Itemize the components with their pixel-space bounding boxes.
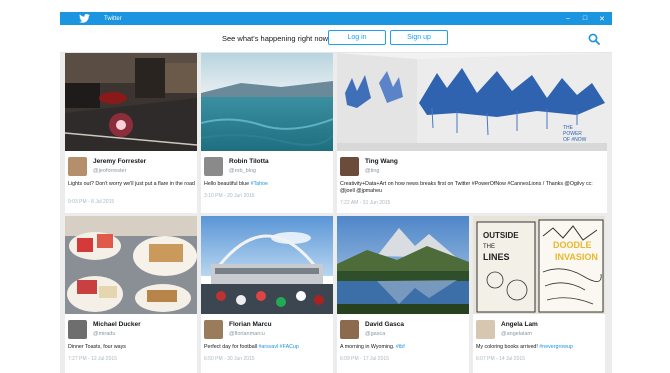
user-handle[interactable]: @angelalam — [501, 331, 532, 337]
user-name[interactable]: Ting Wang — [365, 158, 398, 165]
tweet-text-body: A morning in Wyoming. — [340, 344, 396, 350]
tweet-text: Dinner Toasts, four ways — [68, 344, 196, 351]
tweet-time[interactable]: 9:03 PM - 8 Jul 2015 — [68, 199, 114, 205]
tweet-text-body: Perfect day for football — [204, 344, 259, 350]
tweet-card[interactable]: Michael Ducker @miradu Dinner Toasts, fo… — [65, 216, 197, 373]
user-handle[interactable]: @ting — [365, 168, 379, 174]
hashtag-link[interactable]: #Tahoe — [251, 181, 268, 187]
tweet-card[interactable]: Jeremy Forrester @jeoforrester Lights ou… — [65, 53, 197, 213]
svg-text:LINES: LINES — [483, 252, 510, 262]
user-handle[interactable]: @gasca — [365, 331, 385, 337]
signup-button[interactable]: Sign up — [390, 30, 448, 45]
tweet-text: Lights out? Don't worry we'll just put a… — [68, 181, 196, 188]
tweet-time[interactable]: 6:50 PM - 30 Jun 2015 — [204, 356, 255, 362]
tweet-text: A morning in Wyoming. #tbf — [340, 344, 468, 351]
tweet-text: Creativity+Data+Art on how news breaks f… — [340, 181, 605, 195]
user-handle[interactable]: @rob_blog — [229, 168, 256, 174]
user-name[interactable]: Jeremy Forrester — [93, 158, 146, 165]
tweet-card[interactable]: THE POWER OF #NOW Ting Wang @ting Creati… — [337, 53, 607, 213]
tweet-card[interactable]: David Gasca @gasca A morning in Wyoming.… — [337, 216, 469, 373]
svg-text:DOODLE: DOODLE — [553, 240, 592, 250]
hashtag-link[interactable]: #arsvavl #FACup — [258, 344, 298, 350]
tweet-text-body: Hello beautiful blue — [204, 181, 251, 187]
avatar[interactable] — [204, 157, 223, 176]
app-window: Twitter – □ ✕ See what's happening right… — [60, 12, 612, 373]
tweet-photo[interactable]: THE POWER OF #NOW — [337, 53, 607, 151]
tweet-text-body: My coloring books arrived! — [476, 344, 540, 350]
tweet-photo[interactable] — [201, 216, 333, 314]
tweet-text-body: Dinner Toasts, four ways — [68, 344, 126, 350]
window-title: Twitter — [104, 15, 122, 22]
hashtag-link[interactable]: #tbf — [396, 344, 405, 350]
hashtag-link[interactable]: #nevergrowup — [539, 344, 573, 350]
user-handle[interactable]: @miradu — [93, 331, 115, 337]
tweet-text: Perfect day for football #arsvavl #FACup — [204, 344, 332, 351]
tweet-time[interactable]: 3:10 PM - 20 Jun 2015 — [204, 193, 255, 199]
tweet-time[interactable]: 6:09 PM - 17 Jul 2015 — [340, 356, 389, 362]
avatar[interactable] — [68, 320, 87, 339]
tweet-photo[interactable] — [201, 53, 333, 151]
user-name[interactable]: Robin Tilotta — [229, 158, 269, 165]
user-name[interactable]: Angela Lam — [501, 321, 538, 328]
avatar[interactable] — [340, 157, 359, 176]
user-name[interactable]: Florian Marcu — [229, 321, 272, 328]
close-icon[interactable]: ✕ — [594, 12, 610, 25]
tweet-time[interactable]: 6:07 PM - 14 Jul 2015 — [476, 356, 525, 362]
user-handle[interactable]: @jeoforrester — [93, 168, 126, 174]
minimize-icon[interactable]: – — [560, 12, 576, 25]
svg-text:THE: THE — [483, 244, 495, 250]
avatar[interactable] — [204, 320, 223, 339]
tweet-photo[interactable] — [65, 216, 197, 314]
bird-icon — [79, 12, 93, 25]
tweet-photo[interactable]: OUTSIDE THE LINES DOODLE INVASION — [473, 216, 605, 314]
svg-text:OUTSIDE: OUTSIDE — [483, 231, 519, 240]
tweet-text: Hello beautiful blue #Tahoe — [204, 181, 332, 188]
login-button[interactable]: Log in — [328, 30, 386, 45]
user-name[interactable]: Michael Ducker — [93, 321, 141, 328]
tweet-photo[interactable] — [65, 53, 197, 151]
avatar[interactable] — [340, 320, 359, 339]
user-handle[interactable]: @florianmarcu — [229, 331, 265, 337]
app-header: See what's happening right now. Log in S… — [60, 25, 612, 53]
avatar[interactable] — [68, 157, 87, 176]
tweet-card[interactable]: Robin Tilotta @rob_blog Hello beautiful … — [201, 53, 333, 213]
tagline: See what's happening right now. — [222, 34, 330, 43]
avatar[interactable] — [476, 320, 495, 339]
svg-text:INVASION: INVASION — [555, 252, 598, 262]
tweet-time[interactable]: 7:22 AM - 31 Jun 2015 — [340, 200, 390, 206]
search-icon[interactable] — [588, 32, 601, 45]
tweet-photo[interactable] — [337, 216, 469, 314]
tweet-time[interactable]: 7:27 PM - 12 Jul 2015 — [68, 356, 117, 362]
tweet-text-body: Lights out? Don't worry we'll just put a… — [68, 181, 195, 187]
tweet-card[interactable]: OUTSIDE THE LINES DOODLE INVASION Angela… — [473, 216, 605, 373]
svg-text:OF #NOW: OF #NOW — [563, 137, 587, 143]
tweet-text: My coloring books arrived! #nevergrowup — [476, 344, 604, 351]
user-name[interactable]: David Gasca — [365, 321, 404, 328]
title-bar: Twitter – □ ✕ — [60, 12, 612, 25]
tweet-text-body: Creativity+Data+Art on how news breaks f… — [340, 181, 593, 194]
maximize-icon[interactable]: □ — [577, 12, 593, 25]
tweet-card[interactable]: Florian Marcu @florianmarcu Perfect day … — [201, 216, 333, 373]
